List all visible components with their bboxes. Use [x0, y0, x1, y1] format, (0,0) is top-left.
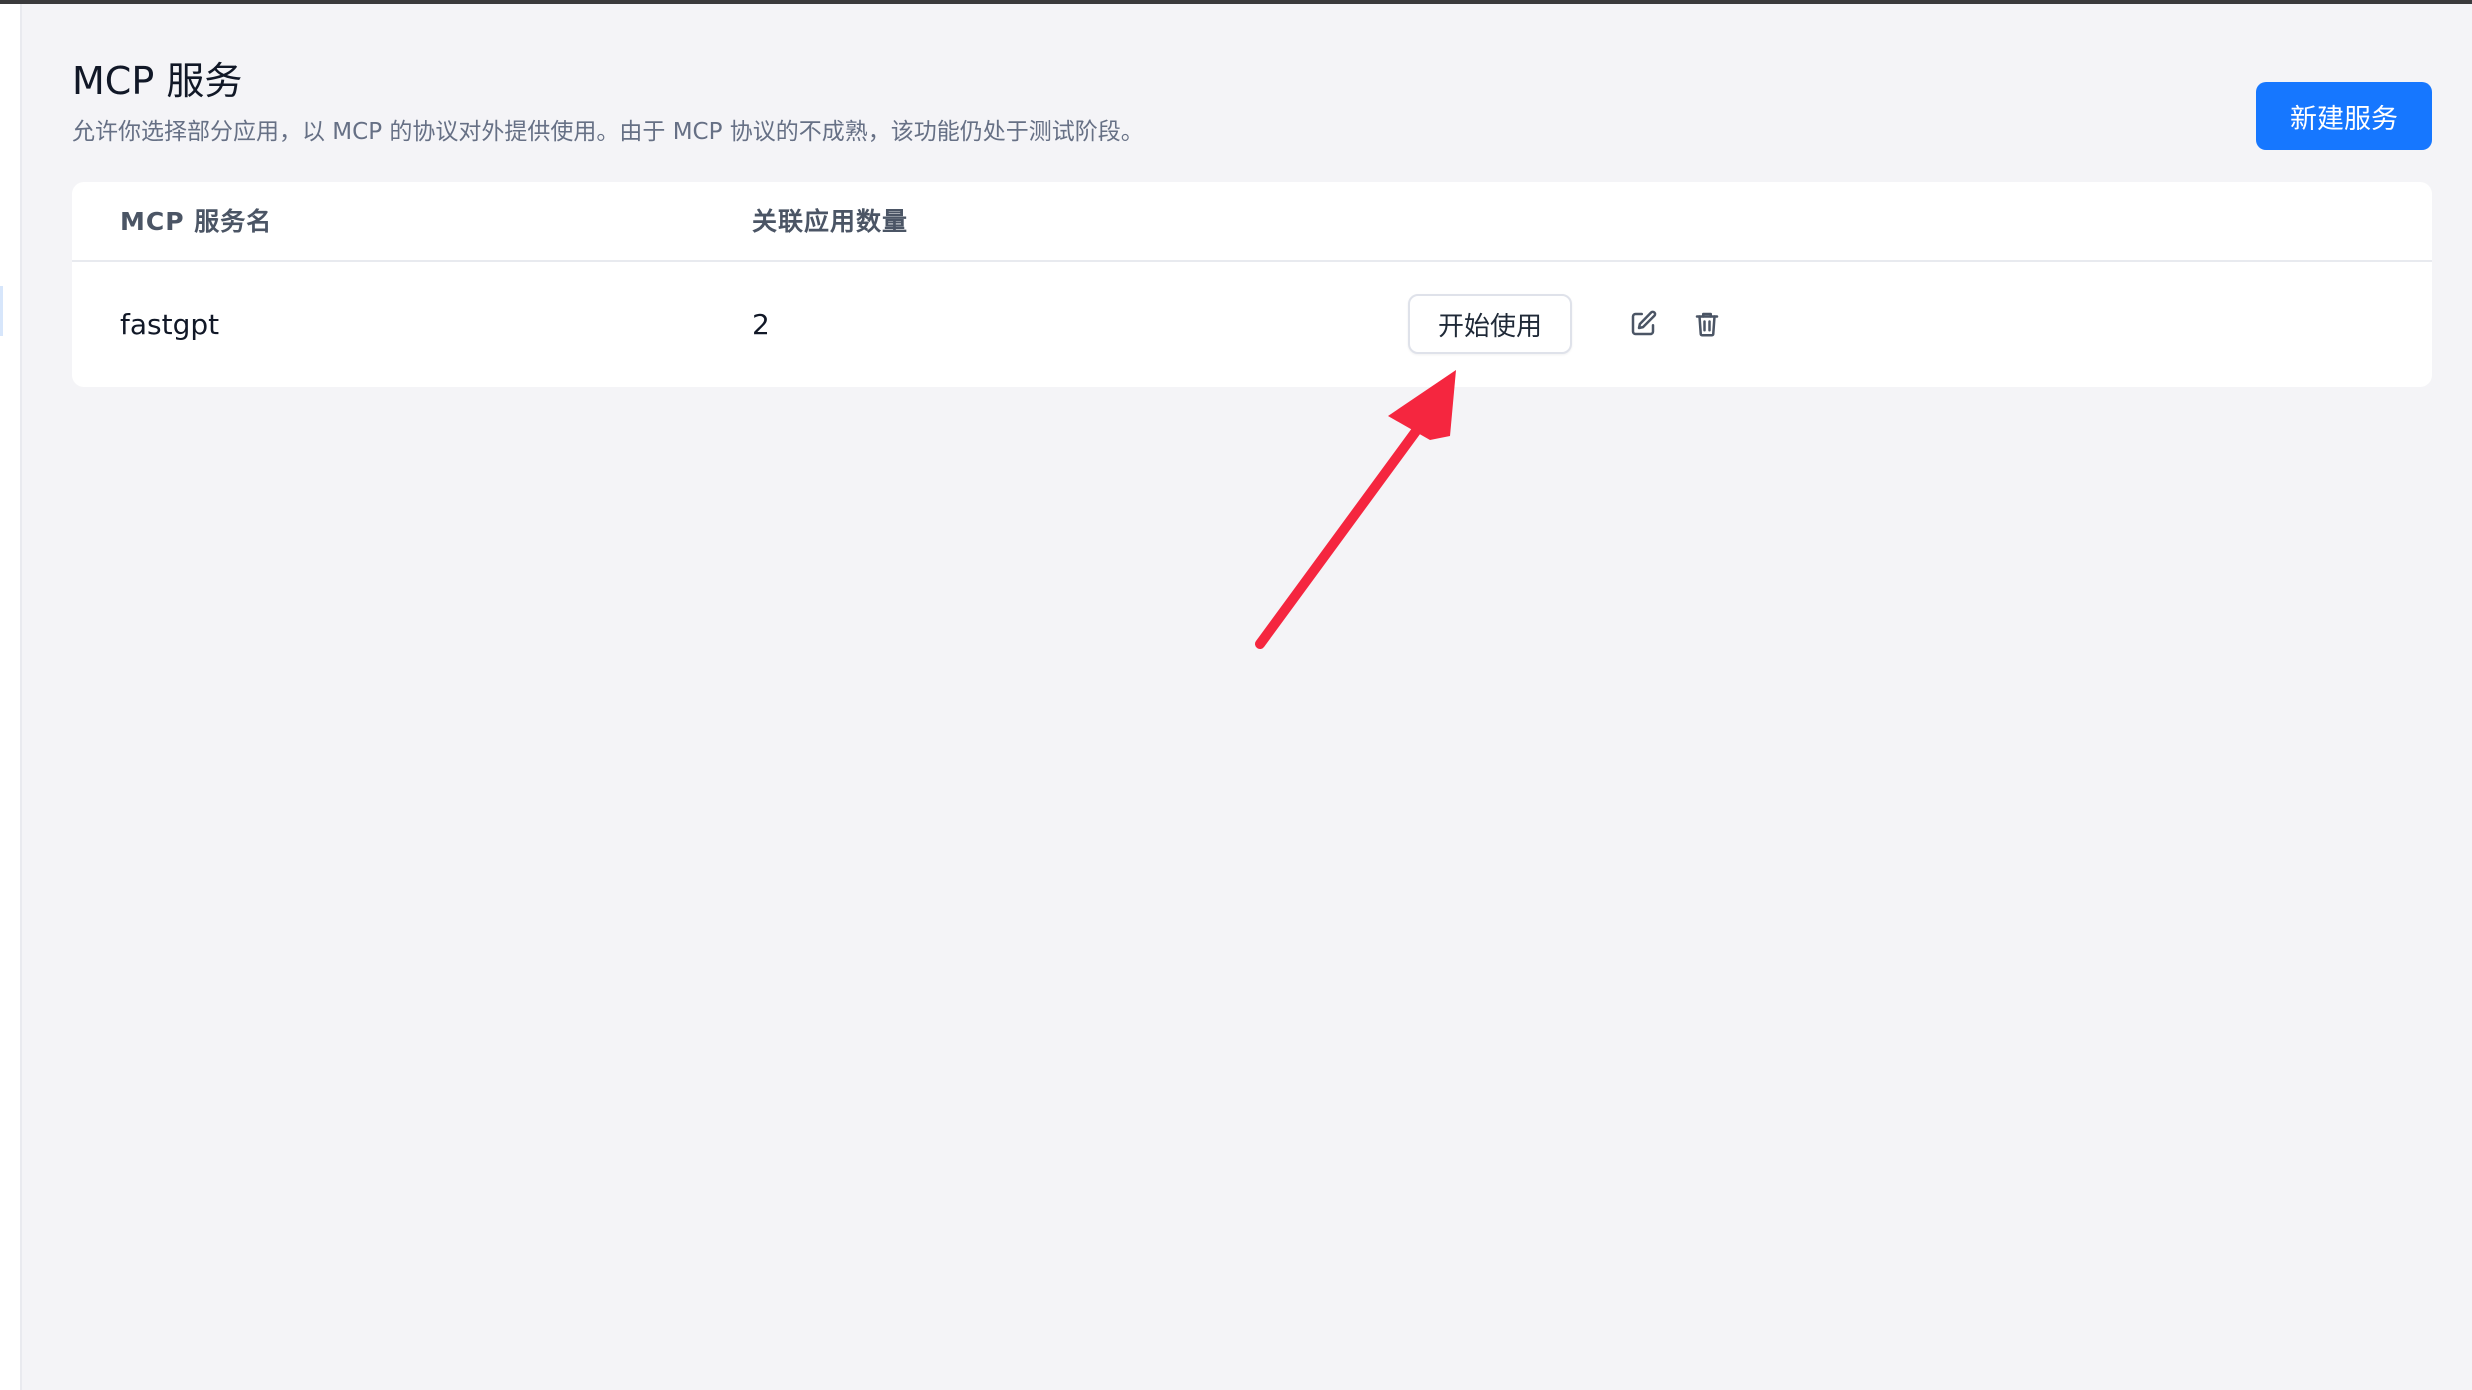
- start-using-button[interactable]: 开始使用: [1408, 294, 1572, 354]
- edit-icon: [1631, 310, 1657, 336]
- mcp-service-table: MCP 服务名 关联应用数量 fastgpt 2 开始使用: [72, 182, 2432, 387]
- table-row: fastgpt 2 开始使用: [72, 262, 2432, 387]
- trash-icon: [1695, 312, 1719, 337]
- page-description: 允许你选择部分应用，以 MCP 的协议对外提供使用。由于 MCP 协议的不成熟，…: [72, 119, 1144, 145]
- service-name-cell: fastgpt: [120, 308, 220, 341]
- app-count-cell: 2: [752, 308, 770, 341]
- sidebar-active-indicator: [0, 286, 3, 336]
- page-title: MCP 服务: [72, 59, 243, 103]
- column-header-app-count: 关联应用数量: [752, 207, 909, 236]
- column-header-service-name: MCP 服务名: [120, 207, 273, 236]
- table-header: MCP 服务名 关联应用数量: [72, 182, 2432, 262]
- delete-button[interactable]: [1689, 306, 1725, 342]
- window-top-border: [0, 0, 2472, 4]
- edit-button[interactable]: [1625, 306, 1661, 342]
- sidebar: [0, 4, 22, 1390]
- new-service-button[interactable]: 新建服务: [2256, 82, 2432, 150]
